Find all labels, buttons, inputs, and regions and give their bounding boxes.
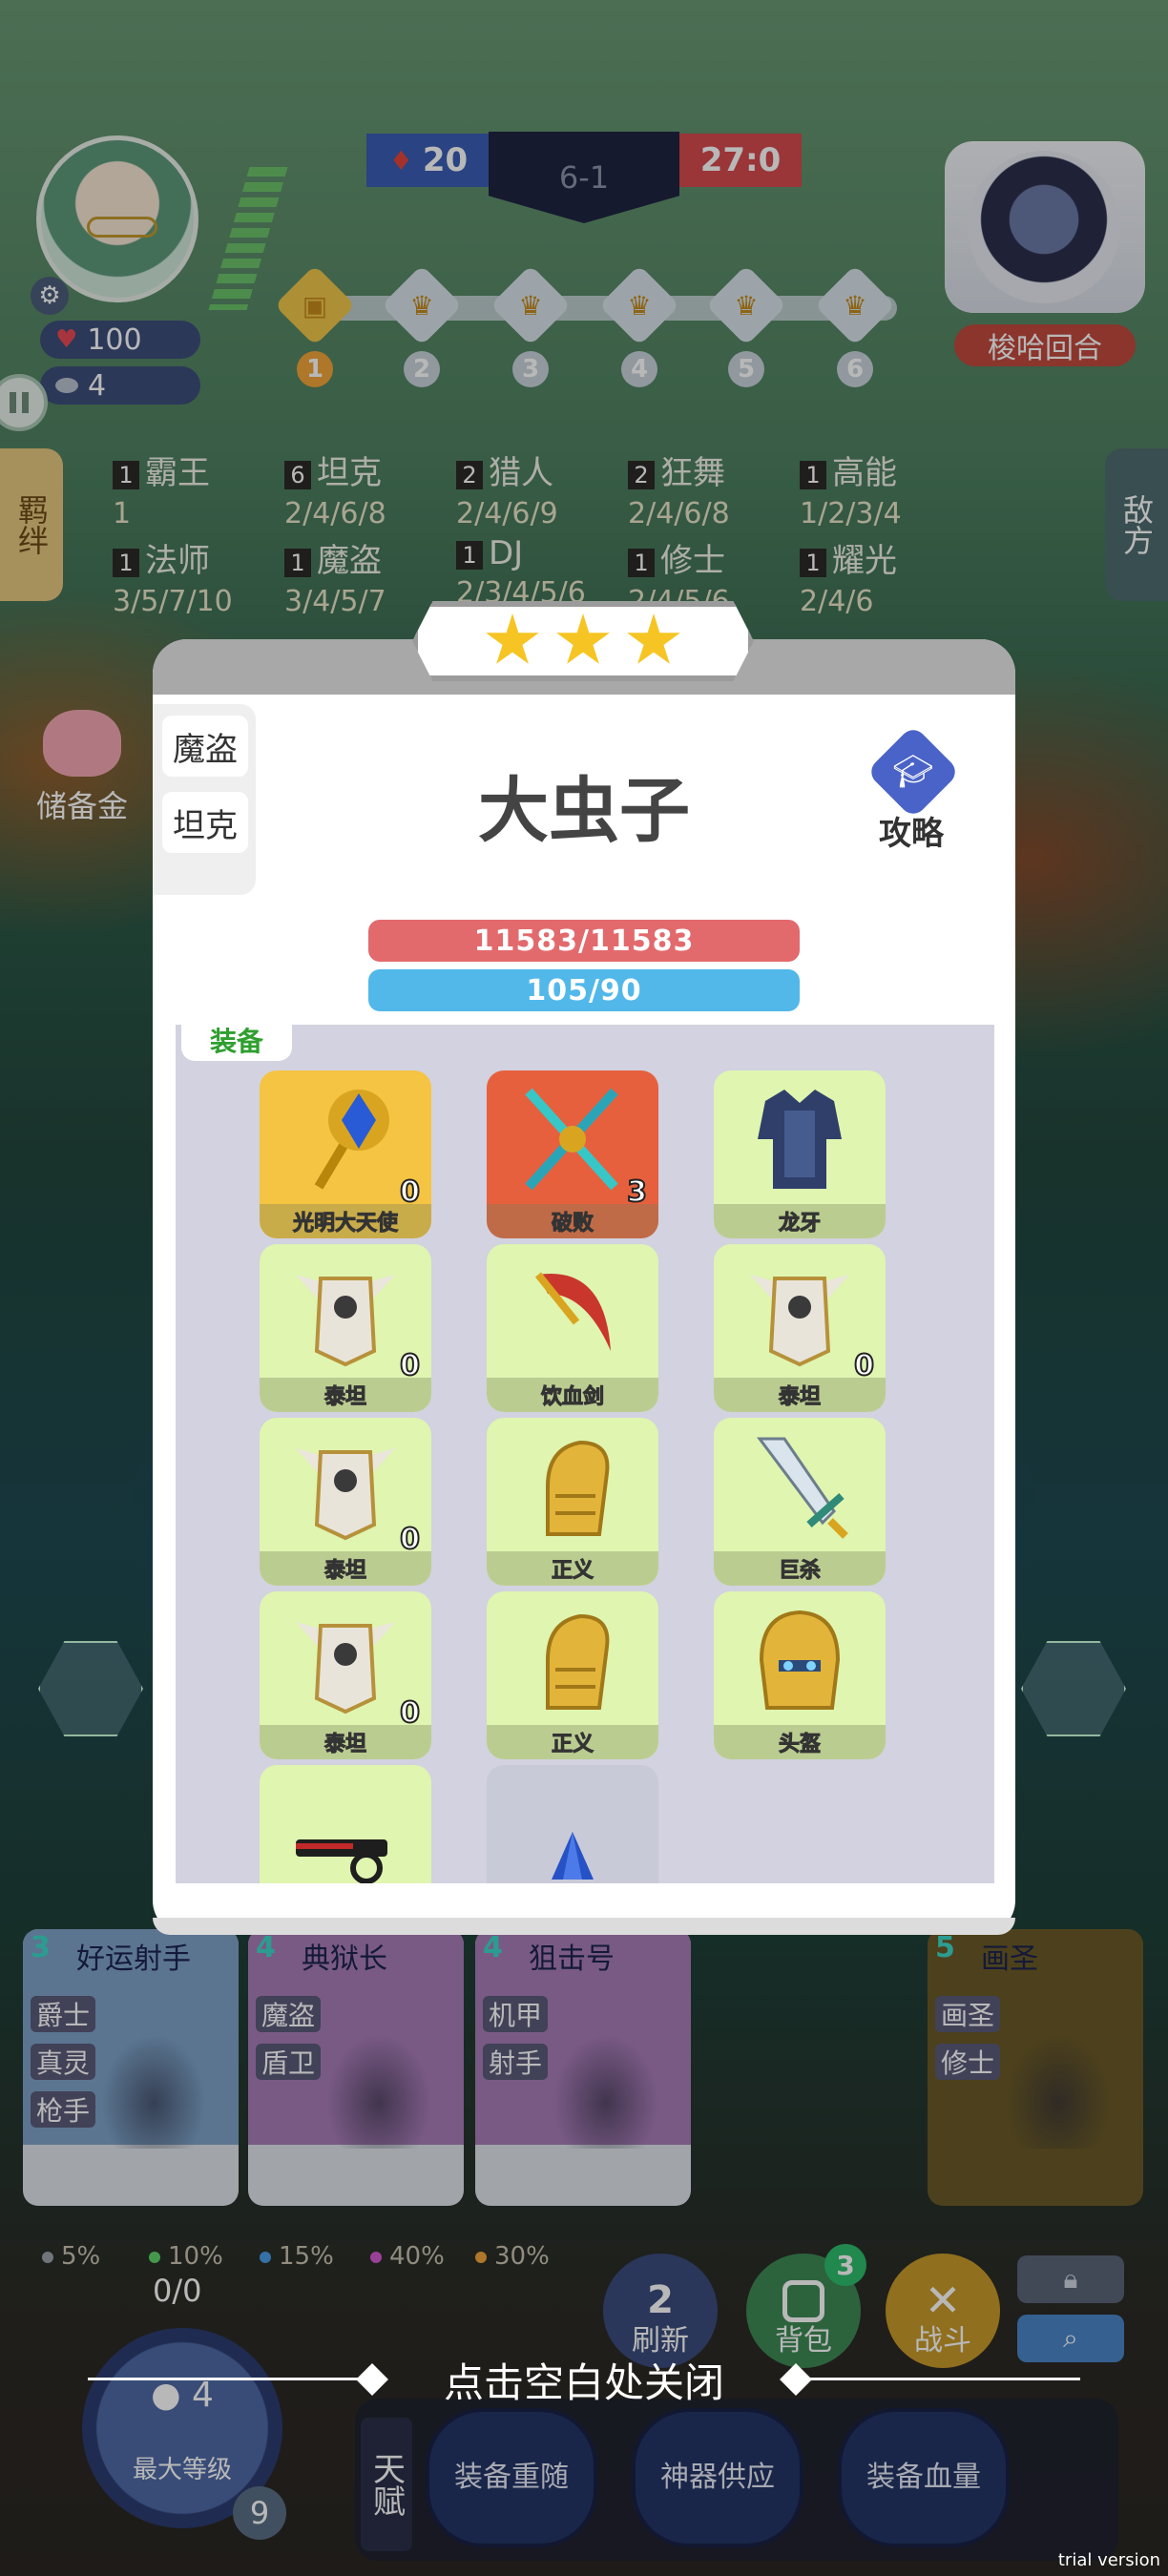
guide-button[interactable]: 🎓︎ 攻略 bbox=[859, 724, 964, 853]
item-name: 泰坦 bbox=[260, 1378, 431, 1412]
item-name: 饮血剑 bbox=[487, 1378, 658, 1412]
equipment-item[interactable]: 0 泰坦 bbox=[260, 1418, 431, 1586]
star-icon bbox=[556, 613, 610, 664]
star-icon bbox=[486, 613, 539, 664]
winged-chestplate-icon bbox=[296, 1275, 395, 1367]
close-hint-text: 点击空白处关闭 bbox=[443, 2359, 724, 2406]
crossed-swords-icon bbox=[525, 1088, 618, 1191]
item-name: 巨杀 bbox=[714, 1551, 886, 1586]
graduation-cap-icon: 🎓︎ bbox=[866, 724, 961, 820]
item-name: 光明大天使 bbox=[260, 1204, 431, 1238]
gauntlet-icon bbox=[546, 1613, 610, 1710]
guide-label: 攻略 bbox=[879, 815, 944, 853]
greatsword-icon bbox=[757, 1437, 848, 1539]
equipment-item[interactable] bbox=[260, 1765, 431, 1883]
equipment-item[interactable]: 0 泰坦 bbox=[260, 1244, 431, 1412]
item-name: 头盔 bbox=[714, 1725, 886, 1759]
unit-detail-modal: 魔盗 坦克 大虫子 🎓︎ 攻略 11583/11583 105/90 装备 0 … bbox=[153, 601, 1015, 1935]
equipment-item[interactable]: 饮血剑 bbox=[487, 1244, 658, 1412]
item-name: 龙牙 bbox=[714, 1204, 886, 1238]
scepter-icon bbox=[314, 1090, 389, 1190]
star-icon bbox=[627, 613, 680, 664]
gun-icon bbox=[296, 1839, 387, 1883]
mana-bar: 105/90 bbox=[368, 969, 800, 1011]
item-name: 正义 bbox=[487, 1725, 658, 1759]
winged-chestplate-icon bbox=[296, 1622, 395, 1714]
blue-gem-icon bbox=[552, 1832, 594, 1880]
equipment-item[interactable]: 0 光明大天使 bbox=[260, 1070, 431, 1238]
equipment-item[interactable]: 巨杀 bbox=[714, 1418, 886, 1586]
item-name: 泰坦 bbox=[260, 1725, 431, 1759]
equipment-item[interactable]: 正义 bbox=[487, 1418, 658, 1586]
equipment-item[interactable] bbox=[487, 1765, 658, 1883]
helmet-icon bbox=[759, 1610, 841, 1710]
gauntlet-icon bbox=[546, 1440, 610, 1536]
equipment-item[interactable]: 0 泰坦 bbox=[260, 1591, 431, 1759]
item-name: 泰坦 bbox=[714, 1378, 886, 1412]
equipment-item[interactable]: 龙牙 bbox=[714, 1070, 886, 1238]
item-name: 正义 bbox=[487, 1551, 658, 1586]
equipment-item[interactable]: 0 泰坦 bbox=[714, 1244, 886, 1412]
trial-version-label: trial version bbox=[1057, 2550, 1160, 2570]
item-name: 泰坦 bbox=[260, 1551, 431, 1586]
winged-chestplate-icon bbox=[750, 1275, 849, 1367]
star-rating bbox=[412, 601, 754, 681]
hp-bar: 11583/11583 bbox=[368, 920, 800, 962]
armor-icon bbox=[758, 1090, 842, 1189]
equipment-tab[interactable]: 装备 bbox=[181, 1025, 292, 1061]
close-hint[interactable]: 点击空白处关闭 bbox=[0, 2351, 1168, 2408]
item-name: 破败 bbox=[487, 1204, 658, 1238]
scythe-icon bbox=[534, 1272, 611, 1351]
equipment-item[interactable]: 3 破败 bbox=[487, 1070, 658, 1238]
equipment-item[interactable]: 正义 bbox=[487, 1591, 658, 1759]
equipment-grid: 装备 0 光明大天使 3 破败 龙牙 0 泰坦 饮血剑 0 泰坦 0 泰坦 正义… bbox=[176, 1025, 994, 1883]
winged-chestplate-icon bbox=[296, 1448, 395, 1541]
equipment-item[interactable]: 头盔 bbox=[714, 1591, 886, 1759]
modal-footer bbox=[153, 1918, 1015, 1935]
